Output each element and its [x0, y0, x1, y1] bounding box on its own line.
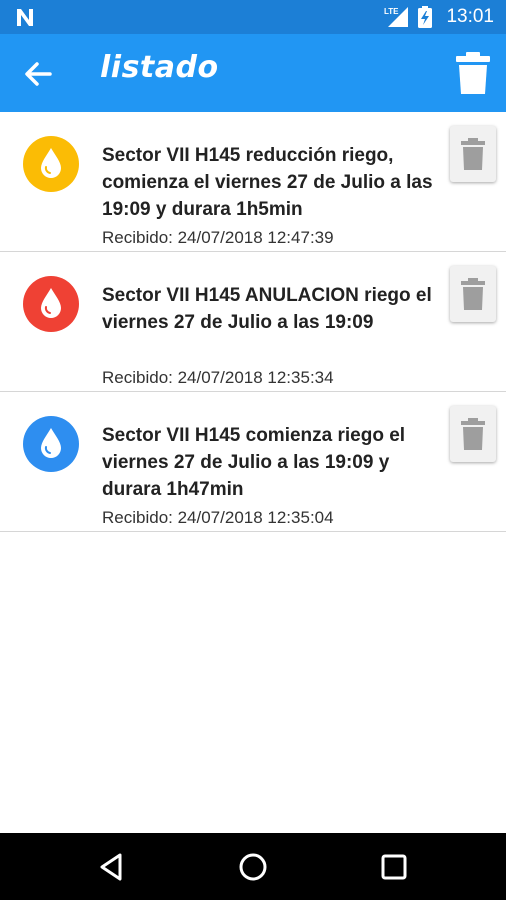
signal-icon: LTE [384, 7, 409, 27]
list-item[interactable]: Sector VII H145 reducción riego, comienz… [0, 112, 506, 252]
notification-text: Sector VII H145 comienza riego el vierne… [102, 425, 406, 500]
status-circle [23, 416, 79, 472]
status-time: 13:01 [446, 6, 494, 27]
trash-icon[interactable] [456, 52, 490, 94]
home-circle-icon[interactable] [237, 851, 269, 883]
received-date: Recibido: 24/07/2018 12:47:39 [102, 228, 334, 247]
notification-text: Sector VII H145 reducción riego, comienz… [102, 145, 433, 220]
status-circle [23, 136, 79, 192]
delete-button[interactable] [450, 406, 496, 462]
status-bar: LTE 13:01 [0, 0, 506, 34]
water-drop-icon [41, 148, 61, 178]
recents-square-icon[interactable] [378, 851, 410, 883]
notification-list: Sector VII H145 reducción riego, comienz… [0, 112, 506, 532]
system-nav-bar [0, 833, 506, 900]
trash-icon [461, 138, 485, 170]
status-circle [23, 276, 79, 332]
received-date: Recibido: 24/07/2018 12:35:04 [102, 508, 334, 527]
app-bar: listado [0, 34, 506, 112]
received-date: Recibido: 24/07/2018 12:35:34 [102, 368, 334, 387]
water-drop-icon [41, 288, 61, 318]
page-title: listado [100, 50, 219, 85]
back-arrow-icon[interactable] [20, 56, 56, 92]
trash-icon [461, 418, 485, 450]
list-item[interactable]: Sector VII H145 ANULACION riego el viern… [0, 252, 506, 392]
network-type-label: LTE [384, 7, 399, 16]
status-icons: LTE 13:01 [384, 0, 494, 34]
battery-charging-icon [418, 6, 433, 28]
back-triangle-icon[interactable] [96, 851, 128, 883]
notification-text: Sector VII H145 ANULACION riego el viern… [102, 285, 432, 333]
water-drop-icon [41, 428, 61, 458]
n-notification-icon [17, 9, 33, 26]
list-item[interactable]: Sector VII H145 comienza riego el vierne… [0, 392, 506, 532]
delete-button[interactable] [450, 126, 496, 182]
trash-icon [461, 278, 485, 310]
delete-button[interactable] [450, 266, 496, 322]
